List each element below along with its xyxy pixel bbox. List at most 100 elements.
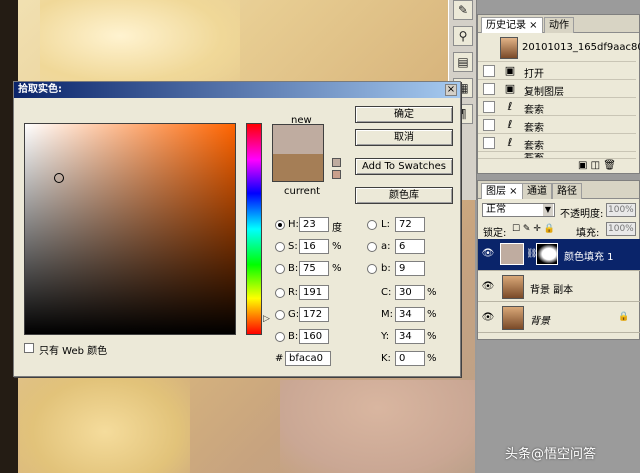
radio-b[interactable] [275, 264, 285, 274]
web-only-checkbox[interactable] [24, 343, 34, 353]
eye-icon[interactable]: 👁 [481, 247, 495, 261]
eye-icon[interactable]: 👁 [481, 311, 495, 325]
history-step-checkbox[interactable] [483, 119, 495, 131]
lasso-icon: ℓ [507, 118, 513, 131]
layer-row-background[interactable]: 👁 背景 🔒 [478, 303, 640, 333]
saturation-brightness-field[interactable] [24, 123, 236, 335]
web-color-warning-swatch[interactable] [332, 158, 341, 167]
field-m[interactable]: 34 [395, 307, 425, 322]
field-lab-b[interactable]: 9 [395, 261, 425, 276]
label-a: a: [381, 241, 391, 252]
unit-b: % [332, 263, 342, 274]
field-g[interactable]: 172 [299, 307, 329, 322]
mask-thumbnail [536, 243, 558, 265]
history-step-label: 套索 [524, 123, 544, 134]
field-h[interactable]: 23 [299, 217, 329, 232]
open-icon: ▣ [504, 64, 516, 77]
photo-skin [280, 380, 475, 473]
hue-slider-handle-icon[interactable]: ▷ [263, 314, 270, 324]
ok-button[interactable]: 确定 [355, 106, 453, 123]
unit-c: % [427, 287, 437, 298]
history-step[interactable]: ℓ 套索 [478, 99, 636, 116]
field-s[interactable]: 16 [299, 239, 329, 254]
history-step[interactable]: ℓ 套索 [478, 117, 636, 134]
tab-layers[interactable]: 图层 × [481, 183, 523, 199]
history-step-checkbox[interactable] [483, 137, 495, 149]
field-y[interactable]: 34 [395, 329, 425, 344]
duplicate-layer-icon: ▣ [504, 82, 516, 95]
history-step-checkbox[interactable] [483, 83, 495, 95]
history-footer-icons[interactable]: ▣ ◫ 🗑 [578, 160, 616, 171]
label-g: G: [288, 309, 300, 320]
radio-blue[interactable] [275, 332, 285, 342]
snapshot-name: 20101013_165df9aac807 [522, 42, 640, 53]
gamut-warning-swatch[interactable] [332, 170, 341, 179]
lock-icons[interactable]: ☐ ✎ ✛ 🔒 [512, 224, 555, 234]
history-step[interactable]: ▣ 打开 [478, 63, 636, 80]
layer-row-color-fill[interactable]: 👁 ⛓ 颜色填充 1 [478, 239, 640, 271]
layer-thumbnail [502, 275, 524, 299]
hex-input[interactable]: bfaca0 [285, 351, 331, 366]
history-step[interactable]: ℓ 套索 [478, 135, 636, 152]
add-to-swatches-button[interactable]: Add To Swatches [355, 158, 453, 175]
radio-l[interactable] [367, 220, 377, 230]
field-c[interactable]: 30 [395, 285, 425, 300]
history-step[interactable]: 套索 [478, 153, 636, 159]
history-step-label: 打开 [524, 69, 544, 80]
hex-hash-label: # [275, 353, 284, 364]
current-color-swatch[interactable] [273, 154, 323, 181]
radio-s[interactable] [275, 242, 285, 252]
watermark: 头条@悟空问答 [505, 447, 597, 462]
color-marker[interactable] [54, 173, 64, 183]
radio-r[interactable] [275, 288, 285, 298]
lasso-icon: ℓ [507, 136, 513, 149]
layer-name: 背景 [530, 316, 550, 327]
color-preview [272, 124, 324, 182]
label-m: M: [381, 309, 393, 320]
eye-icon[interactable]: 👁 [481, 280, 495, 294]
tool-icon-2[interactable]: ⚲ [453, 26, 473, 46]
tool-icon-1[interactable]: ✎ [453, 0, 473, 20]
fill-thumbnail [500, 243, 524, 265]
web-only-label: 只有 Web 颜色 [39, 346, 108, 357]
lasso-icon: ℓ [507, 100, 513, 113]
field-k[interactable]: 0 [395, 351, 425, 366]
color-libraries-button[interactable]: 颜色库 [355, 187, 453, 204]
field-b[interactable]: 75 [299, 261, 329, 276]
radio-lab-b[interactable] [367, 264, 377, 274]
tab-history[interactable]: 历史记录 × [481, 17, 543, 33]
lock-icon: 🔒 [618, 312, 630, 322]
layer-row-background-copy[interactable]: 👁 背景 副本 [478, 272, 640, 302]
history-step-checkbox[interactable] [483, 101, 495, 113]
tool-icon-3[interactable]: ▤ [453, 52, 473, 72]
label-lab-b: b: [381, 263, 391, 274]
history-step[interactable]: ▣ 复制图层 [478, 81, 636, 98]
blend-mode-select[interactable]: 正常 ▼ [482, 203, 555, 217]
field-blue[interactable]: 160 [299, 329, 329, 344]
field-r[interactable]: 191 [299, 285, 329, 300]
layer-name: 颜色填充 1 [564, 252, 614, 263]
field-l[interactable]: 72 [395, 217, 425, 232]
history-step-label: 套索 [524, 105, 544, 116]
tab-channels[interactable]: 通道 [522, 183, 552, 199]
radio-h[interactable] [275, 220, 285, 230]
label-s: S: [288, 241, 298, 252]
hue-slider[interactable] [246, 123, 262, 335]
opacity-label: 不透明度: [560, 209, 604, 220]
history-snapshot[interactable]: 20101013_165df9aac807 [478, 34, 640, 62]
field-a[interactable]: 6 [395, 239, 425, 254]
radio-a[interactable] [367, 242, 377, 252]
history-step-label: 复制图层 [524, 87, 564, 98]
opacity-input[interactable]: 100% [606, 203, 636, 217]
tab-actions[interactable]: 动作 [544, 17, 574, 33]
history-step-checkbox[interactable] [483, 65, 495, 77]
fill-input[interactable]: 100% [606, 222, 636, 236]
new-color-swatch [273, 125, 323, 154]
fill-label: 填充: [576, 228, 600, 239]
tab-paths[interactable]: 路径 [552, 183, 582, 199]
unit-y: % [427, 331, 437, 342]
close-icon[interactable]: × [445, 84, 457, 96]
cancel-button[interactable]: 取消 [355, 129, 453, 146]
radio-g[interactable] [275, 310, 285, 320]
label-k: K: [381, 353, 391, 364]
